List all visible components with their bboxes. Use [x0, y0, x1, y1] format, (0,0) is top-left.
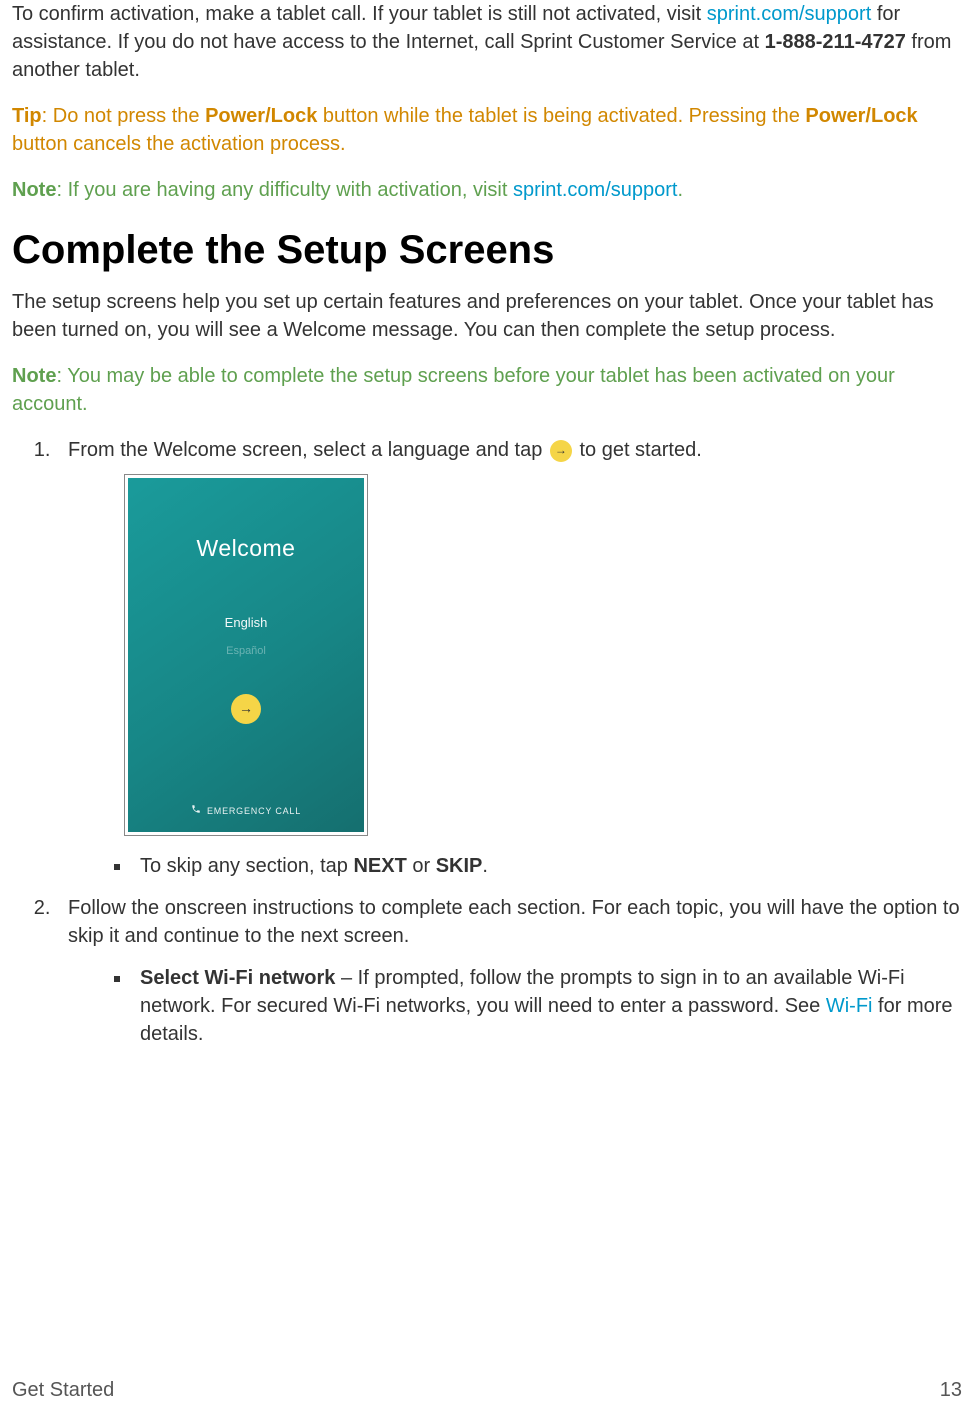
phone-icon — [191, 804, 201, 818]
text: : Do not press the — [42, 105, 205, 127]
step-1: From the Welcome screen, select a langua… — [56, 436, 962, 880]
wifi-label: Select Wi-Fi network — [140, 967, 335, 989]
power-lock-text: Power/Lock — [805, 105, 917, 127]
page-footer: Get Started 13 — [12, 1376, 962, 1404]
text: Follow the onscreen instructions to comp… — [68, 897, 960, 947]
text: To skip any section, tap — [140, 855, 353, 877]
bullet-skip-section: To skip any section, tap NEXT or SKIP. — [132, 852, 962, 880]
footer-page-number: 13 — [940, 1376, 962, 1404]
heading-complete-setup: Complete the Setup Screens — [12, 222, 962, 278]
screenshot-welcome-inner: Welcome English Español → EMERGENCY CALL — [128, 478, 364, 832]
emergency-call: EMERGENCY CALL — [191, 804, 301, 818]
note-label: Note — [12, 365, 56, 387]
emergency-call-label: EMERGENCY CALL — [207, 805, 301, 818]
paragraph-tip: Tip: Do not press the Power/Lock button … — [12, 102, 962, 158]
paragraph-activation-confirm: To confirm activation, make a tablet cal… — [12, 0, 962, 84]
text: button while the tablet is being activat… — [317, 105, 805, 127]
text: : If you are having any difficulty with … — [56, 179, 513, 201]
paragraph-note-activation: Note: If you are having any difficulty w… — [12, 176, 962, 204]
step-2: Follow the onscreen instructions to comp… — [56, 894, 962, 1048]
arrow-right-icon: → — [550, 440, 572, 462]
text: . — [677, 179, 683, 201]
paragraph-note-setup: Note: You may be able to complete the se… — [12, 362, 962, 418]
text: to get started. — [574, 439, 702, 461]
paragraph-setup-intro: The setup screens help you set up certai… — [12, 288, 962, 344]
welcome-title: Welcome — [197, 532, 296, 564]
text: or — [407, 855, 436, 877]
link-sprint-support[interactable]: sprint.com/support — [513, 179, 678, 201]
text: To confirm activation, make a tablet cal… — [12, 3, 707, 25]
link-wifi[interactable]: Wi-Fi — [826, 995, 873, 1017]
note-label: Note — [12, 179, 56, 201]
screenshot-welcome: Welcome English Español → EMERGENCY CALL — [124, 474, 368, 836]
text: From the Welcome screen, select a langua… — [68, 439, 548, 461]
footer-section: Get Started — [12, 1376, 114, 1404]
skip-label: SKIP — [436, 855, 483, 877]
language-english: English — [225, 614, 268, 632]
note-body: : You may be able to complete the setup … — [12, 365, 895, 415]
tip-label: Tip — [12, 105, 42, 127]
text: button cancels the activation process. — [12, 133, 346, 155]
next-label: NEXT — [353, 855, 406, 877]
tip-body: : Do not press the Power/Lock button whi… — [12, 105, 918, 155]
note-body: : If you are having any difficulty with … — [56, 179, 683, 201]
phone-number: 1-888-211-4727 — [765, 31, 906, 53]
power-lock-text: Power/Lock — [205, 105, 317, 127]
language-espanol: Español — [226, 644, 266, 659]
bullet-wifi: Select Wi-Fi network – If prompted, foll… — [132, 964, 962, 1048]
text: . — [482, 855, 488, 877]
link-sprint-support[interactable]: sprint.com/support — [707, 3, 872, 25]
arrow-right-icon: → — [231, 694, 261, 724]
